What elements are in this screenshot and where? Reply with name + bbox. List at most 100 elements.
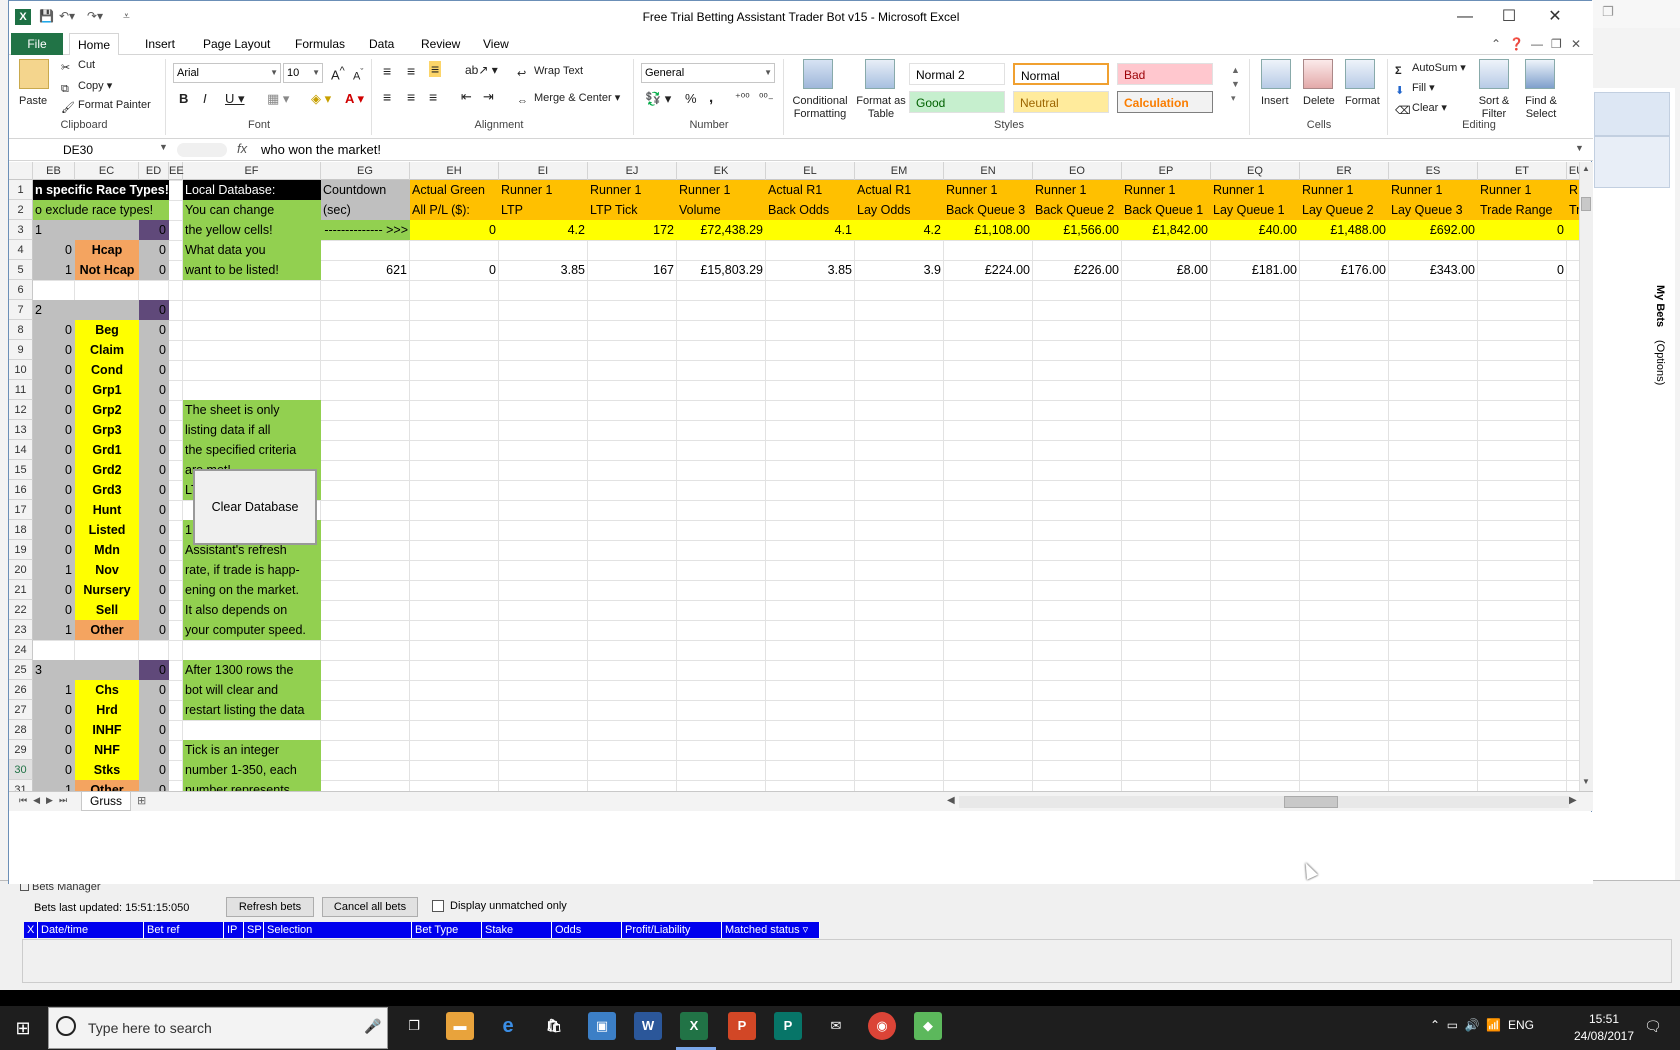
race-type-cell[interactable]: Claim	[75, 340, 139, 360]
increase-decimal-icon[interactable]: ⁺⁰⁰	[735, 91, 750, 104]
data-value-cell[interactable]	[1567, 260, 1579, 280]
race-count-cell[interactable]: 0	[139, 380, 169, 400]
wrap-text-button[interactable]: ↩ Wrap Text	[517, 65, 583, 81]
race-count-cell[interactable]: 0	[139, 680, 169, 700]
data-header-cell[interactable]: Countdown	[321, 180, 410, 200]
align-right-icon[interactable]: ≡	[429, 89, 437, 105]
row-header[interactable]: 8	[9, 320, 33, 340]
betting-assistant-icon[interactable]: ◆	[914, 1012, 942, 1040]
column-header[interactable]: EN	[944, 162, 1033, 180]
formula-splitter[interactable]	[177, 143, 227, 157]
find-select-button[interactable]: Find & Select	[1517, 95, 1565, 121]
note-cell[interactable]: number represents	[183, 780, 321, 791]
doc-close-icon[interactable]: ✕	[1571, 37, 1581, 51]
store-icon[interactable]: 🛍	[540, 1012, 568, 1040]
formula-input[interactable]: who won the market!	[261, 142, 381, 157]
language-indicator[interactable]: ENG	[1508, 1018, 1534, 1032]
data-header-cell[interactable]: Actual R1	[855, 180, 944, 200]
column-header[interactable]: EQ	[1211, 162, 1300, 180]
race-flag-cell[interactable]: 1	[33, 620, 75, 640]
race-count-cell[interactable]: 0	[139, 520, 169, 540]
refresh-bets-button[interactable]: Refresh bets	[226, 897, 314, 917]
column-header[interactable]: EP	[1122, 162, 1211, 180]
tab-data[interactable]: Data	[361, 33, 402, 55]
race-type-cell[interactable]: Nursery	[75, 580, 139, 600]
data-value-cell[interactable]: 3.9	[855, 260, 944, 280]
expand-formula-icon[interactable]: ▼	[1575, 143, 1584, 153]
delete-cells-icon[interactable]	[1303, 59, 1333, 89]
scroll-left-icon[interactable]: ◀	[947, 795, 955, 806]
race-type-cell[interactable]: Listed	[75, 520, 139, 540]
editable-value-cell[interactable]: £1,842.00	[1122, 220, 1211, 240]
sort-filter-button[interactable]: Sort & Filter	[1471, 95, 1517, 121]
notification-icon[interactable]: 🗨	[1644, 1018, 1662, 1035]
doc-minimize-icon[interactable]: —	[1531, 37, 1543, 51]
bets-column-header[interactable]: Bet ref	[144, 922, 224, 938]
group-2-header[interactable]: 2	[33, 300, 139, 320]
data-header-cell[interactable]: Actual R1	[766, 180, 855, 200]
note-cell[interactable]: It also depends on	[183, 600, 321, 620]
note-cell[interactable]: The sheet is only	[183, 400, 321, 420]
data-header-cell[interactable]: Lay Queue 2	[1300, 200, 1389, 220]
editable-value-cell[interactable]: 4.1	[766, 220, 855, 240]
row-header[interactable]: 17	[9, 500, 33, 520]
bets-column-header[interactable]: IP	[224, 922, 244, 938]
data-header-cell[interactable]: Volume	[677, 200, 766, 220]
race-flag-cell[interactable]: 0	[33, 700, 75, 720]
help-icon[interactable]: ❓	[1509, 37, 1524, 51]
race-count-cell[interactable]: 0	[139, 420, 169, 440]
column-header[interactable]: ER	[1300, 162, 1389, 180]
find-binoculars-icon[interactable]	[1525, 59, 1555, 89]
clear-database-button[interactable]: Clear Database	[193, 469, 317, 545]
row-header[interactable]: 4	[9, 240, 33, 260]
column-header[interactable]: EL	[766, 162, 855, 180]
data-header-cell[interactable]: Lay Queue 3	[1389, 200, 1478, 220]
column-header[interactable]: ES	[1389, 162, 1478, 180]
row-header[interactable]: 5	[9, 260, 33, 280]
data-value-cell[interactable]: 0	[1478, 260, 1567, 280]
comma-button[interactable]: ,	[709, 89, 713, 106]
bets-column-header[interactable]: Bet Type	[412, 922, 482, 938]
tab-home[interactable]: Home	[69, 33, 120, 56]
align-center-icon[interactable]: ≡	[407, 89, 415, 105]
horizontal-scrollbar[interactable]	[959, 796, 1569, 808]
format-cells-icon[interactable]	[1345, 59, 1375, 89]
clear-button[interactable]: ⌫Clear ▾	[1395, 101, 1447, 118]
bets-column-header[interactable]: SP	[244, 922, 264, 938]
bets-column-header[interactable]: Stake	[482, 922, 552, 938]
scroll-up-icon[interactable]: ▲	[1582, 164, 1590, 173]
column-header[interactable]: EB	[33, 162, 75, 180]
currency-icon[interactable]: 💱 ▾	[645, 91, 671, 107]
editable-value-cell[interactable]: 0	[1478, 220, 1567, 240]
note-cell[interactable]: the specified criteria	[183, 440, 321, 460]
insert-function-icon[interactable]: fx	[237, 141, 247, 156]
race-flag-cell[interactable]: 0	[33, 580, 75, 600]
row-header[interactable]: 25	[9, 660, 33, 680]
number-format-combo[interactable]: General ▼	[641, 63, 775, 83]
data-header-cell[interactable]: Back Odds	[766, 200, 855, 220]
microphone-icon[interactable]: 🎤	[364, 1018, 381, 1035]
paste-button[interactable]: Paste	[19, 95, 47, 107]
row-header[interactable]: 7	[9, 300, 33, 320]
sort-filter-icon[interactable]	[1479, 59, 1509, 89]
windows-start-icon[interactable]: ⊞	[0, 1006, 46, 1050]
close-button[interactable]: ✕	[1533, 5, 1577, 29]
data-header-cell[interactable]: LTP Tick	[588, 200, 677, 220]
row-header[interactable]: 10	[9, 360, 33, 380]
data-header-cell[interactable]: Runner 1	[1478, 180, 1567, 200]
data-header-cell[interactable]: Runner 1	[1033, 180, 1122, 200]
data-value-cell[interactable]: 621	[321, 260, 410, 280]
font-size-combo[interactable]: 10 ▼	[283, 63, 323, 83]
new-sheet-icon[interactable]: ⊞	[137, 794, 146, 807]
format-as-table-icon[interactable]	[865, 59, 895, 89]
race-flag-cell[interactable]: 1	[33, 680, 75, 700]
name-box-dropdown-icon[interactable]: ▼	[159, 142, 168, 152]
editable-value-cell[interactable]: 4.2	[855, 220, 944, 240]
scroll-right-icon[interactable]: ▶	[1569, 795, 1577, 806]
editable-value-cell[interactable]: 172	[588, 220, 677, 240]
column-header[interactable]: EU	[1567, 162, 1579, 180]
race-type-cell[interactable]: Grd1	[75, 440, 139, 460]
increase-font-icon[interactable]: A^	[331, 65, 345, 82]
race-type-cell[interactable]: Sell	[75, 600, 139, 620]
spreadsheet-grid[interactable]: EBECEDEEEFEGEHEIEJEKELEMENEOEPEQERESETEU…	[9, 162, 1579, 791]
